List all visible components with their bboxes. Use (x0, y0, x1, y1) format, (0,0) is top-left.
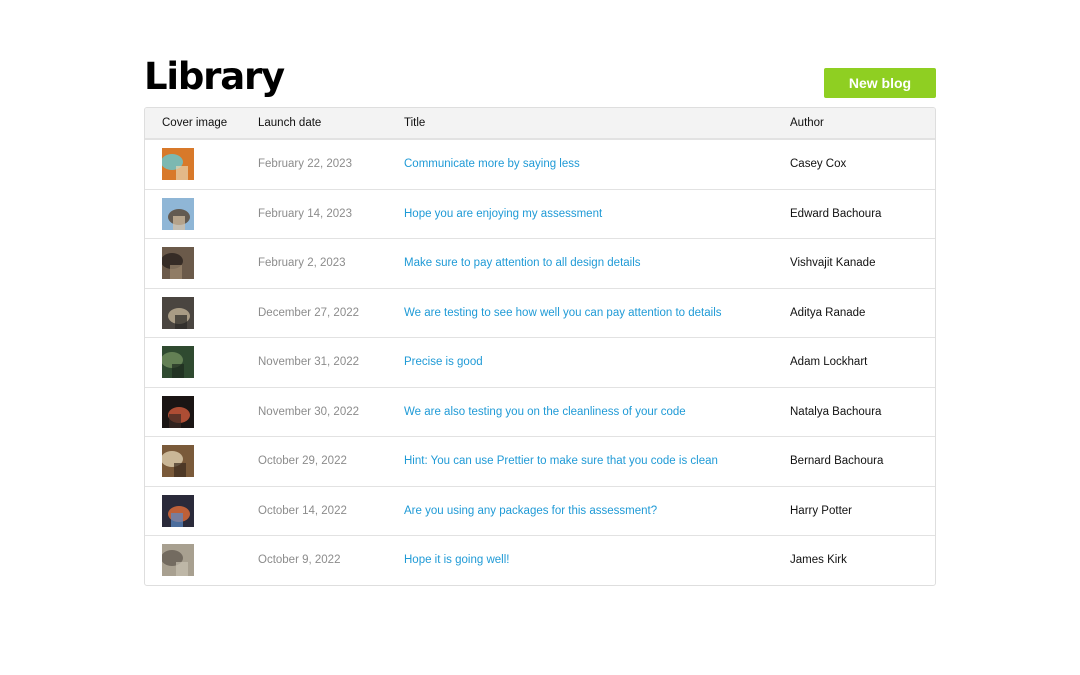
cover-image-cell (145, 395, 258, 428)
table-row[interactable]: October 29, 2022 Hint: You can use Pretti… (145, 436, 935, 486)
blog-table: Cover image Launch date Title Author Feb… (144, 107, 936, 586)
new-blog-button[interactable]: New blog (824, 68, 936, 98)
launch-date-cell: November 31, 2022 (258, 356, 360, 369)
table-row[interactable]: November 31, 2022 Precise is good Adam Loc… (145, 337, 935, 387)
author-cell: Bernard Bachoura (790, 455, 884, 468)
cover-image-thumbnail (162, 247, 194, 280)
cover-image-thumbnail (162, 395, 194, 428)
table-row[interactable]: February 14, 2023 Hope you are enjoying m… (145, 188, 935, 239)
launch-date-cell: October 9, 2022 (258, 554, 341, 567)
cover-image-cell (145, 197, 258, 230)
blog-title-link[interactable]: Hope you are enjoying my assessment (404, 208, 790, 220)
column-header-launch-date: Launch date (258, 117, 322, 129)
cover-image-thumbnail (162, 445, 194, 478)
author-cell: Aditya Ranade (790, 306, 866, 319)
launch-date-cell: November 30, 2022 (258, 405, 360, 418)
page-header: Library New blog (144, 56, 936, 107)
author-cell: Adam Lockhart (790, 356, 868, 369)
blog-title-link[interactable]: Precise is good (404, 356, 790, 368)
table-row[interactable]: October 9, 2022 Hope it is going well! Jam… (145, 535, 935, 585)
blog-title-link[interactable]: We are also testing you on the cleanline… (404, 406, 790, 418)
blog-title-link[interactable]: Make sure to pay attention to all design… (404, 257, 790, 269)
table-row[interactable]: November 30, 2022 We are also testing you… (145, 386, 935, 437)
author-cell: Harry Potter (790, 504, 852, 517)
author-cell: Vishvajit Kanade (790, 257, 876, 270)
cover-image-thumbnail (162, 197, 194, 230)
blog-title-link[interactable]: Hint: You can use Prettier to make sure … (404, 455, 790, 467)
cover-image-cell (145, 346, 258, 379)
author-cell: Casey Cox (790, 158, 847, 171)
cover-image-cell (145, 494, 258, 527)
cover-image-cell (145, 296, 258, 329)
launch-date-cell: October 29, 2022 (258, 455, 347, 468)
table-row[interactable]: December 27, 2022 We are testing to see h… (145, 287, 935, 338)
table-header-row: Cover image Launch date Title Author (145, 108, 935, 139)
launch-date-cell: February 22, 2023 (258, 158, 352, 171)
column-header-author: Author (790, 117, 824, 129)
launch-date-cell: December 27, 2022 (258, 306, 360, 319)
cover-image-thumbnail (162, 494, 194, 527)
blog-title-link[interactable]: Communicate more by saying less (404, 158, 790, 170)
author-cell: Natalya Bachoura (790, 405, 882, 418)
column-header-cover-image: Cover image (162, 117, 228, 129)
launch-date-cell: February 2, 2023 (258, 257, 346, 270)
cover-image-cell (145, 445, 258, 478)
blog-title-link[interactable]: We are testing to see how well you can p… (404, 307, 790, 319)
cover-image-cell (145, 544, 258, 577)
table-row[interactable]: October 14, 2022 Are you using any packag… (145, 485, 935, 536)
cover-image-thumbnail (162, 296, 194, 329)
cover-image-thumbnail (162, 346, 194, 379)
table-body: February 22, 2023 Communicate more by say… (145, 139, 935, 585)
cover-image-thumbnail (162, 148, 194, 181)
library-page: Library New blog Cover image Launch date… (144, 56, 936, 586)
author-cell: Edward Bachoura (790, 207, 882, 220)
page-title: Library (144, 55, 285, 98)
table-row[interactable]: February 22, 2023 Communicate more by say… (145, 139, 935, 189)
blog-title-link[interactable]: Are you using any packages for this asse… (404, 505, 790, 517)
author-cell: James Kirk (790, 554, 847, 567)
cover-image-cell (145, 247, 258, 280)
table-row[interactable]: February 2, 2023 Make sure to pay attenti… (145, 238, 935, 288)
column-header-title: Title (404, 117, 426, 129)
cover-image-thumbnail (162, 544, 194, 577)
cover-image-cell (145, 148, 258, 181)
launch-date-cell: October 14, 2022 (258, 504, 347, 517)
blog-title-link[interactable]: Hope it is going well! (404, 554, 790, 566)
launch-date-cell: February 14, 2023 (258, 207, 352, 220)
